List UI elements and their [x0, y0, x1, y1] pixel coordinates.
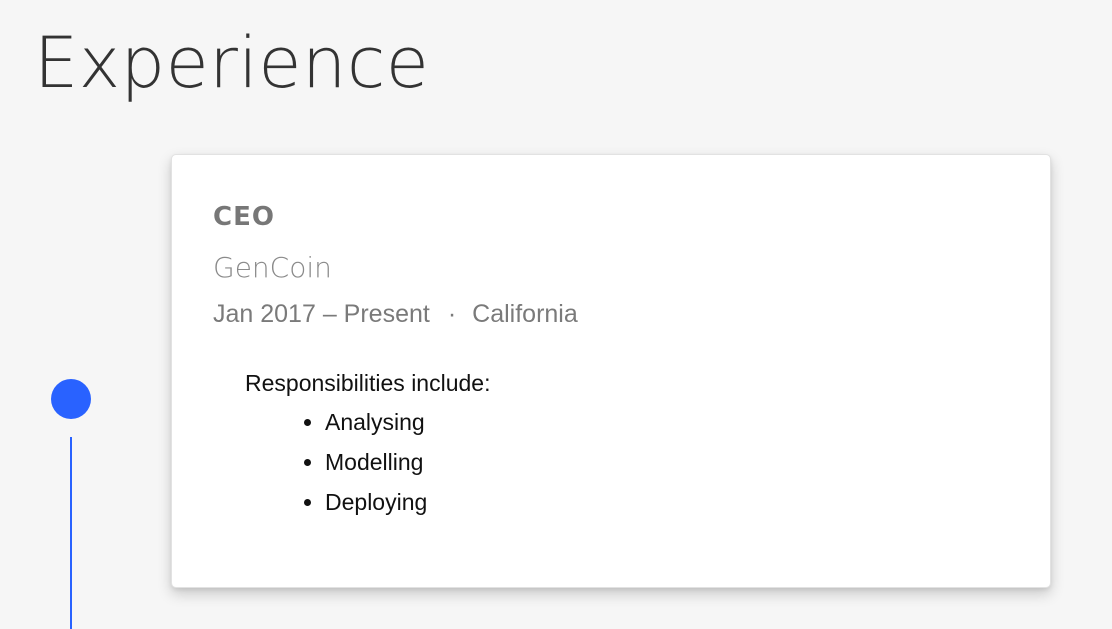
list-item: Analysing — [325, 402, 490, 442]
job-meta: Jan 2017 – Present · California — [213, 300, 578, 329]
job-description: Responsibilities include: Analysing Mode… — [245, 368, 490, 522]
job-location: California — [472, 300, 578, 328]
timeline-line — [70, 437, 72, 629]
experience-section: Experience CEO GenCoin Jan 2017 – Presen… — [0, 0, 1112, 629]
job-dates: Jan 2017 – Present — [213, 300, 430, 328]
company-name: GenCoin — [213, 251, 332, 284]
responsibilities-intro: Responsibilities include: — [245, 370, 491, 396]
experience-card: CEO GenCoin Jan 2017 – Present · Californi… — [171, 154, 1051, 588]
section-title: Experience — [34, 22, 430, 104]
list-item: Modelling — [325, 442, 490, 482]
timeline-dot — [51, 379, 91, 419]
meta-separator: · — [447, 300, 457, 328]
responsibilities-list: Analysing Modelling Deploying — [245, 402, 490, 522]
job-title: CEO — [213, 202, 275, 232]
list-item: Deploying — [325, 482, 490, 522]
